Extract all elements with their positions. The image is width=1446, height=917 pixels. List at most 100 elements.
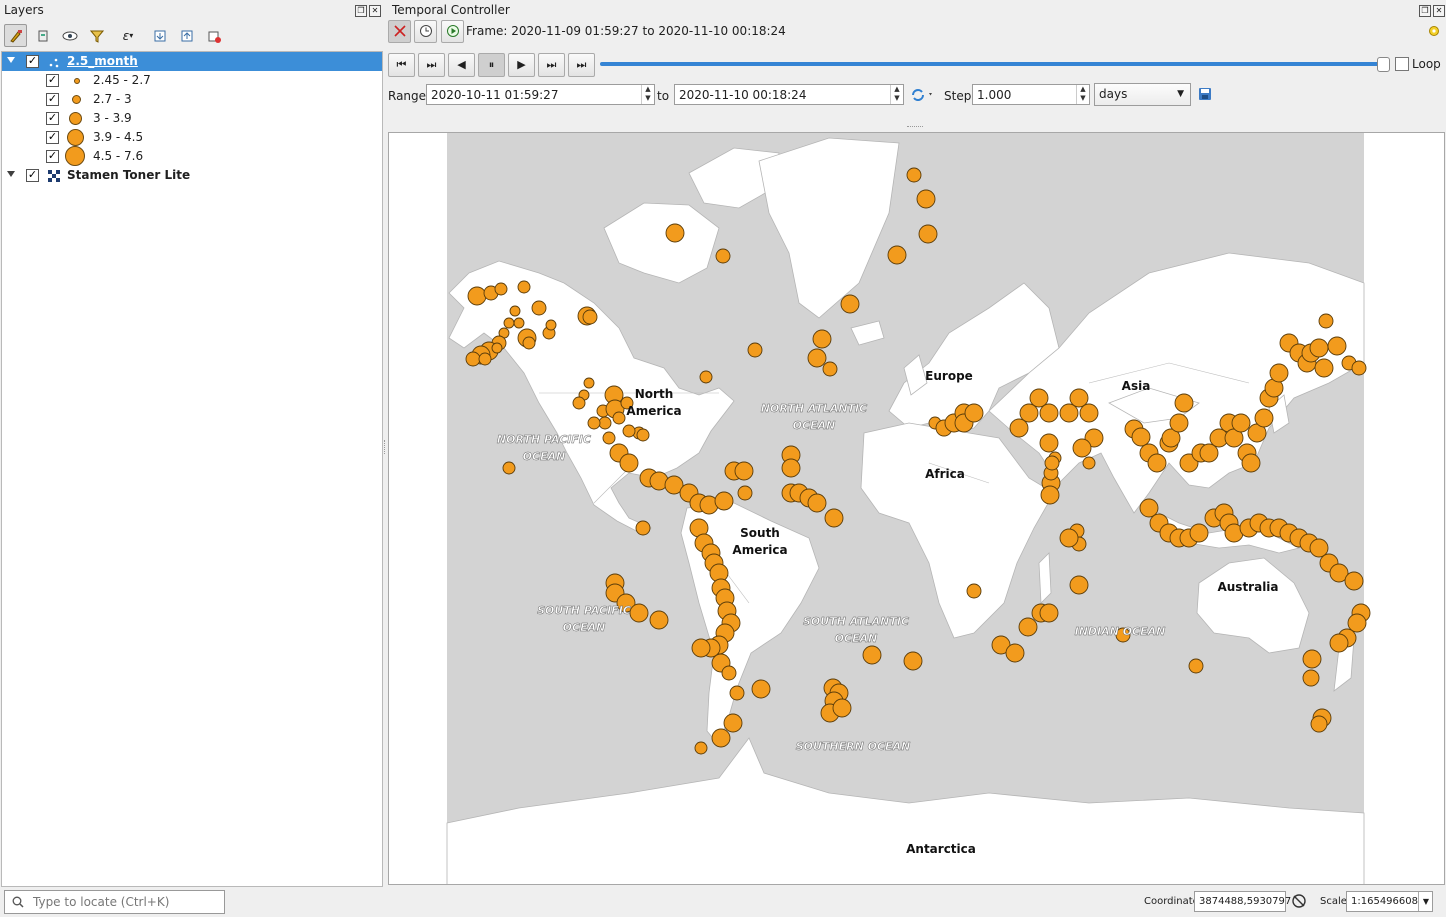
class-checkbox[interactable]: ✓ xyxy=(46,150,59,163)
class-checkbox[interactable]: ✓ xyxy=(46,93,59,106)
settings-icon[interactable] xyxy=(1427,24,1441,41)
earthquake-marker xyxy=(781,458,801,478)
earthquake-marker xyxy=(840,294,860,314)
visibility-icon[interactable] xyxy=(58,24,81,47)
earthquake-marker xyxy=(572,396,586,410)
frame-text: Frame: 2020-11-09 01:59:27 to 2020-11-10… xyxy=(466,24,786,38)
close-panel-icon[interactable]: ✕ xyxy=(369,5,381,17)
class-checkbox[interactable]: ✓ xyxy=(46,112,59,125)
add-group-icon[interactable] xyxy=(31,24,54,47)
collapse-arrow-icon[interactable] xyxy=(7,171,15,177)
earthquake-marker xyxy=(711,728,731,748)
earthquake-marker xyxy=(918,224,938,244)
pause-button[interactable]: ⏸ xyxy=(478,53,505,77)
range-end-field[interactable]: 2020-11-10 00:18:24 ▲ ▼ xyxy=(674,84,904,105)
play-backward-button[interactable]: ◀ xyxy=(448,53,475,77)
scale-select[interactable]: 1:165496608 ▼ xyxy=(1346,891,1433,912)
time-slider-track[interactable] xyxy=(600,62,1382,66)
layer-label: Stamen Toner Lite xyxy=(67,168,191,182)
layers-panel: Layers ❐ ✕ ε ▾ ✓ 2.5_month ✓ 2.45 - 2.7 … xyxy=(0,0,384,888)
coordinate-value: 3874488,5930797 xyxy=(1199,896,1292,907)
step-value: 1.000 xyxy=(977,88,1012,102)
fixed-range-button[interactable] xyxy=(414,20,437,43)
save-range-icon[interactable] xyxy=(1198,87,1212,104)
class-checkbox[interactable]: ✓ xyxy=(46,74,59,87)
earthquake-marker xyxy=(635,520,651,536)
earthquake-marker xyxy=(522,336,536,350)
earthquake-marker xyxy=(906,167,922,183)
float-panel-icon[interactable]: ❐ xyxy=(1419,5,1431,17)
map-canvas[interactable]: North America South America Europe Africa … xyxy=(388,132,1445,885)
legend-class-row[interactable]: ✓ 2.7 - 3 xyxy=(2,90,382,109)
layer-tree: ✓ 2.5_month ✓ 2.45 - 2.7 ✓ 2.7 - 3 ✓ 3 -… xyxy=(1,51,383,887)
earthquake-marker xyxy=(824,508,844,528)
animated-navigation-button[interactable] xyxy=(441,20,464,43)
chevron-down-icon: ▼ xyxy=(1418,892,1433,911)
previous-frame-button[interactable]: ⏭ xyxy=(418,53,445,77)
earthquake-marker xyxy=(916,189,936,209)
filter-icon[interactable] xyxy=(85,24,108,47)
time-slider-handle[interactable] xyxy=(1377,57,1390,72)
earthquake-marker xyxy=(832,698,852,718)
close-panel-icon[interactable]: ✕ xyxy=(1433,5,1445,17)
disable-navigation-button[interactable] xyxy=(388,20,411,43)
earthquake-marker xyxy=(1351,360,1367,376)
next-frame-button[interactable]: ⏭ xyxy=(538,53,565,77)
loop-label: Loop xyxy=(1412,57,1441,71)
layer-row-2-5-month[interactable]: ✓ 2.5_month xyxy=(2,52,382,71)
raster-layer-icon xyxy=(48,170,60,182)
layer-row-stamen-toner-lite[interactable]: ✓ Stamen Toner Lite xyxy=(2,166,382,185)
expression-filter-icon[interactable]: ε ▾ xyxy=(112,24,144,47)
earthquake-marker xyxy=(1241,453,1261,473)
class-checkbox[interactable]: ✓ xyxy=(46,131,59,144)
earthquake-marker xyxy=(545,319,557,331)
earthquake-marker xyxy=(729,685,745,701)
earthquake-marker xyxy=(964,403,984,423)
spin-arrows-icon[interactable]: ▲ ▼ xyxy=(890,85,903,104)
play-forward-button[interactable]: ▶ xyxy=(508,53,535,77)
search-placeholder: Type to locate (Ctrl+K) xyxy=(33,895,170,909)
temporal-panel-title: Temporal Controller xyxy=(392,3,510,17)
style-manager-icon[interactable] xyxy=(4,24,27,47)
legend-class-row[interactable]: ✓ 3 - 3.9 xyxy=(2,109,382,128)
float-panel-icon[interactable]: ❐ xyxy=(355,5,367,17)
earthquake-marker xyxy=(1072,438,1092,458)
earthquake-marker xyxy=(503,317,515,329)
earthquake-marker xyxy=(587,416,601,430)
loop-checkbox[interactable] xyxy=(1395,57,1409,71)
earthquake-marker xyxy=(887,245,907,265)
remove-layer-icon[interactable] xyxy=(202,24,225,47)
step-unit-select[interactable]: days ▼ xyxy=(1094,83,1191,106)
splitter-handle[interactable] xyxy=(907,126,923,127)
earthquake-marker xyxy=(699,370,713,384)
legend-class-row[interactable]: ✓ 3.9 - 4.5 xyxy=(2,128,382,147)
step-value-field[interactable]: 1.000 ▲ ▼ xyxy=(972,84,1090,105)
range-start-field[interactable]: 2020-10-11 01:59:27 ▲ ▼ xyxy=(426,84,655,105)
toggle-extents-icon[interactable] xyxy=(1291,893,1307,912)
rewind-to-start-button[interactable]: ⏮ xyxy=(388,53,415,77)
expand-all-icon[interactable] xyxy=(148,24,171,47)
coordinate-field[interactable]: 3874488,5930797 xyxy=(1194,891,1291,912)
spin-arrows-icon[interactable]: ▲ ▼ xyxy=(1076,85,1089,104)
layer-checkbox[interactable]: ✓ xyxy=(26,55,39,68)
map-label-australia: Australia xyxy=(1217,580,1278,594)
spin-arrows-icon[interactable]: ▲ ▼ xyxy=(641,85,654,104)
range-end-value: 2020-11-10 00:18:24 xyxy=(679,88,807,102)
skip-to-end-button[interactable]: ⏭ xyxy=(568,53,595,77)
locator-search-input[interactable]: Type to locate (Ctrl+K) xyxy=(4,890,225,914)
earthquake-marker xyxy=(1314,358,1334,378)
earthquake-marker xyxy=(502,461,516,475)
earthquake-marker xyxy=(1044,455,1060,471)
collapse-all-icon[interactable] xyxy=(175,24,198,47)
layer-checkbox[interactable]: ✓ xyxy=(26,169,39,182)
earthquake-marker xyxy=(1318,313,1334,329)
earthquake-marker xyxy=(1005,643,1025,663)
legend-class-row[interactable]: ✓ 4.5 - 7.6 xyxy=(2,146,382,166)
range-start-value: 2020-10-11 01:59:27 xyxy=(431,88,559,102)
legend-class-row[interactable]: ✓ 2.45 - 2.7 xyxy=(2,71,382,90)
collapse-arrow-icon[interactable] xyxy=(7,57,15,63)
refresh-range-icon[interactable] xyxy=(909,86,935,107)
earthquake-marker xyxy=(517,280,531,294)
earthquake-marker xyxy=(1310,715,1328,733)
earthquake-marker xyxy=(467,286,487,306)
